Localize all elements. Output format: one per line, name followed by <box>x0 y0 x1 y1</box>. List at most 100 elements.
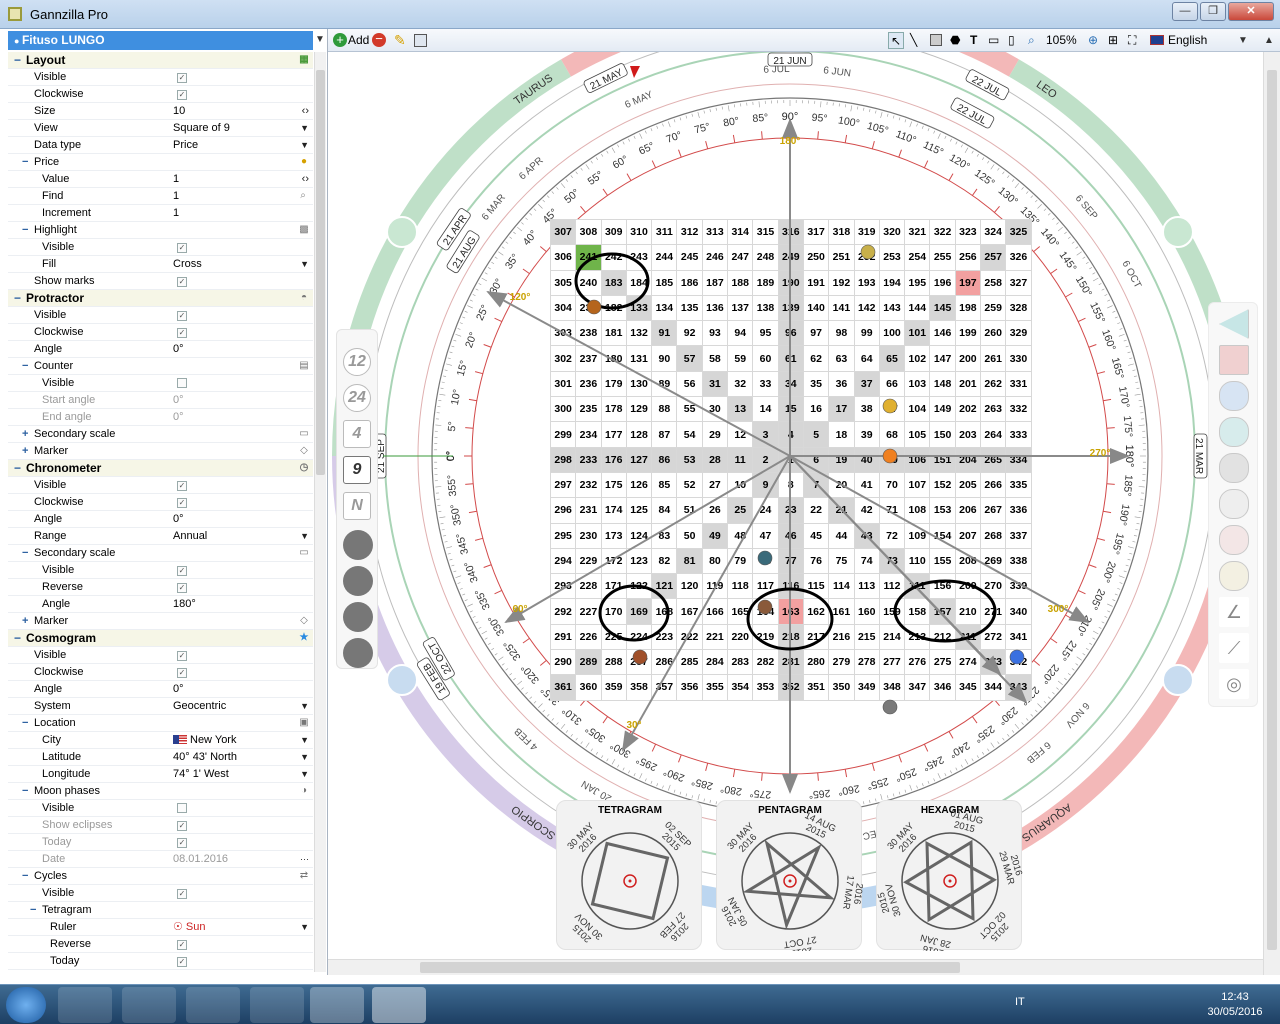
grid-cell[interactable]: 353 <box>752 674 779 701</box>
grid-cell[interactable]: 76 <box>802 547 830 575</box>
grid-cell[interactable]: 111 <box>904 573 931 600</box>
grid-cell[interactable]: 351 <box>802 674 830 701</box>
grid-cell[interactable]: 241 <box>575 244 602 271</box>
checkbox[interactable]: ✓ <box>177 277 187 287</box>
property-row[interactable]: + Secondary scale ▭ <box>8 426 313 443</box>
grid-cell[interactable]: 299 <box>549 421 577 448</box>
collapse-icon[interactable]: − <box>22 783 28 800</box>
grid-cell[interactable]: 59 <box>727 345 754 372</box>
polygon-dots-icon[interactable] <box>343 602 373 632</box>
grid-cell[interactable]: 179 <box>600 370 627 398</box>
grid-cell[interactable]: 229 <box>575 547 602 575</box>
property-row[interactable]: Reverse ✓ <box>8 579 313 596</box>
grid-cell[interactable]: 264 <box>980 421 1007 448</box>
grid-cell[interactable]: 277 <box>878 649 906 676</box>
grid-cell[interactable]: 37 <box>853 370 880 398</box>
explorer-icon[interactable] <box>122 987 176 1023</box>
property-row[interactable]: Visible ✓ <box>8 885 313 902</box>
checkbox[interactable]: ✓ <box>177 940 187 950</box>
grid-cell[interactable]: 63 <box>828 345 855 372</box>
grid-cell[interactable]: 20 <box>828 471 855 499</box>
grid-cell[interactable]: 231 <box>575 497 602 524</box>
spiral-icon[interactable]: ◎ <box>1219 669 1249 699</box>
grid-cell[interactable]: 194 <box>878 269 906 296</box>
grid-cell[interactable]: 357 <box>651 674 678 701</box>
grid-cell[interactable]: 358 <box>625 674 653 701</box>
grid-cell[interactable]: 185 <box>651 269 678 296</box>
hexagram-card[interactable]: HEXAGRAM 2016 30 MAY 2015 01 AUG 29 MAR 2016 0… <box>876 800 1024 958</box>
grid-cell[interactable]: 17 <box>828 396 855 423</box>
grid-cell[interactable]: 158 <box>904 598 931 625</box>
grid-cell[interactable]: 99 <box>853 320 880 347</box>
grid-cell[interactable]: 90 <box>651 345 678 372</box>
grid-cell[interactable]: 30 <box>701 396 729 423</box>
grid-cell[interactable]: 153 <box>929 497 956 524</box>
grid-cell[interactable]: 183 <box>600 269 627 296</box>
checkbox[interactable]: ✓ <box>177 838 187 848</box>
grid-cell[interactable]: 338 <box>1005 547 1032 575</box>
grid-cell[interactable]: 39 <box>853 421 880 448</box>
checkbox[interactable]: ✓ <box>177 73 187 83</box>
grid-cell[interactable]: 81 <box>676 547 703 575</box>
grid-cell[interactable]: 181 <box>600 320 627 347</box>
add-icon[interactable]: + <box>333 33 347 47</box>
grid-cell[interactable]: 36 <box>828 370 855 398</box>
grid-cell[interactable]: 210 <box>954 598 982 625</box>
rectangle-tool-icon[interactable] <box>930 34 942 46</box>
compass-icon[interactable]: ⟋ <box>1219 633 1249 663</box>
property-row[interactable]: Date 08.01.2016 ··· <box>8 851 313 868</box>
grid-cell[interactable]: 62 <box>802 345 830 372</box>
grid-cell[interactable]: 144 <box>904 294 931 322</box>
grid-cell[interactable]: 187 <box>701 269 729 296</box>
grid-cell[interactable]: 154 <box>929 522 956 549</box>
grid-cell[interactable]: 106 <box>904 446 931 473</box>
grid-cell[interactable]: 341 <box>1005 623 1032 651</box>
grid-cell[interactable]: 131 <box>625 345 653 372</box>
grid-cell[interactable]: 296 <box>549 497 577 524</box>
grid-cell[interactable]: 115 <box>802 573 830 600</box>
grid-cell[interactable]: 272 <box>980 623 1007 651</box>
property-row[interactable]: − Location ▣ <box>8 715 313 732</box>
grid-cell[interactable]: 40 <box>853 446 880 473</box>
grid-cell[interactable]: 161 <box>828 598 855 625</box>
grid-cell[interactable]: 41 <box>853 471 880 499</box>
chevron-down-icon[interactable]: ▼ <box>300 749 309 766</box>
grid-cell[interactable]: 190 <box>777 269 804 296</box>
grid-cell[interactable]: 252 <box>853 244 880 271</box>
grid-cell[interactable]: 318 <box>828 218 855 246</box>
grid-cell[interactable]: 130 <box>625 370 653 398</box>
grid-cell[interactable]: 46 <box>777 522 804 549</box>
grid-cell[interactable]: 304 <box>549 294 577 322</box>
property-row[interactable]: Visible ✓ <box>8 307 313 324</box>
property-row[interactable]: Visible ✓ <box>8 647 313 664</box>
chevron-down-icon[interactable]: ▼ <box>300 120 309 137</box>
grid-cell[interactable]: 72 <box>878 522 906 549</box>
property-value[interactable]: 180° <box>173 596 312 612</box>
grid-cell[interactable]: 193 <box>853 269 880 296</box>
property-value[interactable]: ✓ <box>173 579 312 595</box>
grid-cell[interactable]: 354 <box>727 674 754 701</box>
grid-cell[interactable]: 70 <box>878 471 906 499</box>
property-value[interactable]: 10 ‹› <box>173 103 312 119</box>
property-value[interactable]: 0° <box>173 409 312 425</box>
grid-cell[interactable]: 11 <box>727 446 754 473</box>
side-tool-button[interactable]: 4 <box>343 420 371 448</box>
grid-cell[interactable]: 244 <box>651 244 678 271</box>
grid-cell[interactable]: 91 <box>651 320 678 347</box>
grid-cell[interactable]: 104 <box>904 396 931 423</box>
property-value[interactable]: 08.01.2016 ··· <box>173 851 312 867</box>
grid-cell[interactable]: 43 <box>853 522 880 549</box>
grid-cell[interactable]: 236 <box>575 370 602 398</box>
grid-cell[interactable]: 305 <box>549 269 577 296</box>
grid-cell[interactable]: 240 <box>575 269 602 296</box>
property-row[interactable]: − Secondary scale ▭ <box>8 545 313 562</box>
grid-cell[interactable]: 343 <box>1005 674 1032 701</box>
grid-cell[interactable]: 186 <box>676 269 703 296</box>
grid-cell[interactable]: 342 <box>1005 649 1032 676</box>
grid-cell[interactable]: 337 <box>1005 522 1032 549</box>
grid-cell[interactable]: 287 <box>625 649 653 676</box>
grid-cell[interactable]: 216 <box>828 623 855 651</box>
grid-cell[interactable]: 330 <box>1005 345 1032 372</box>
grid-cell[interactable]: 180 <box>600 345 627 372</box>
grid-cell[interactable]: 140 <box>802 294 830 322</box>
